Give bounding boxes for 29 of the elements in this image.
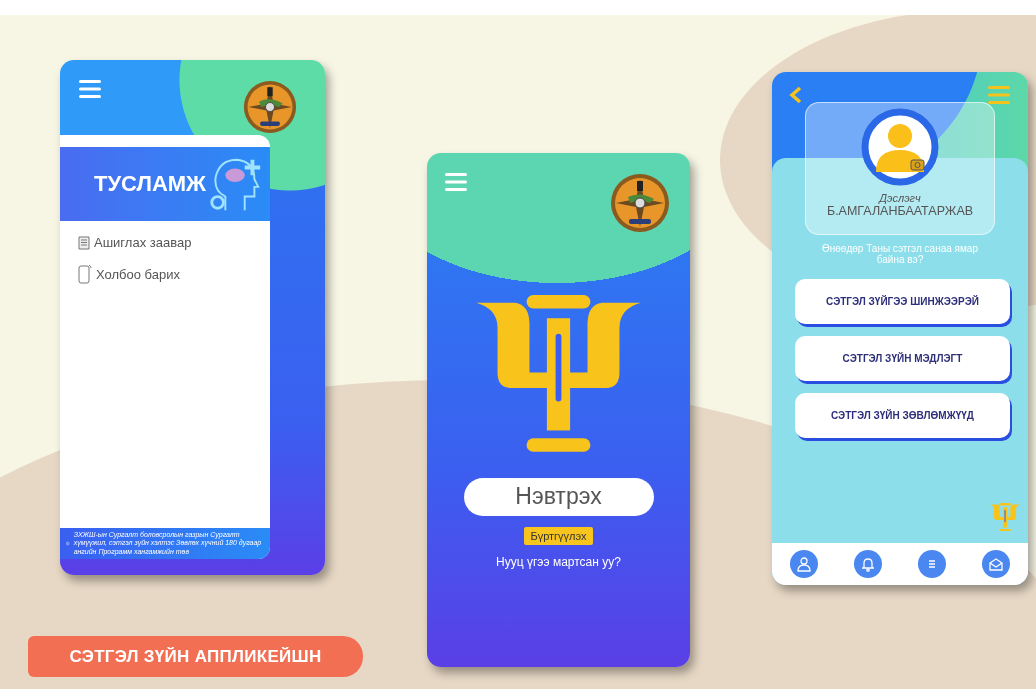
emblem-icon — [243, 80, 297, 134]
menu-icon[interactable] — [79, 80, 101, 98]
avatar-icon[interactable] — [861, 108, 939, 186]
nav-button[interactable] — [854, 550, 882, 578]
document-icon — [78, 235, 90, 250]
psi-logo — [990, 502, 1020, 531]
emblem-icon — [610, 173, 670, 233]
register-button[interactable]: Бүртгүүлэх — [524, 526, 593, 545]
forgot-password-link[interactable]: Нууц үгээ мартсан уу? — [496, 554, 621, 569]
nav-button[interactable] — [982, 550, 1010, 578]
user-name: Б.АМГАЛАНБААТАРЖАВ — [826, 204, 974, 218]
user-rank: Дэслэгч — [879, 192, 921, 204]
mail-icon[interactable] — [988, 556, 1004, 572]
nav-button[interactable] — [790, 550, 818, 578]
help-menu-item[interactable]: Холбоо барих — [96, 266, 180, 282]
bell-icon[interactable] — [860, 556, 876, 572]
mood-question: Өнөөдөр Таны сэтгэл санаа ямар байна вэ? — [822, 243, 978, 265]
menu-button[interactable]: СЭТГЭЛ ЗҮЙГЭЭ ШИНЖЭЭРЭЙ — [795, 279, 1010, 324]
user-icon[interactable] — [796, 556, 812, 572]
menu-icon[interactable] — [445, 173, 467, 191]
phone-icon — [78, 264, 92, 284]
menu-button[interactable]: СЭТГЭЛ ЗҮЙН МЭДЛЭГТ — [795, 336, 1010, 381]
menu-button[interactable]: СЭТГЭЛ ЗҮЙН ЗӨВЛӨМЖҮҮД — [795, 393, 1010, 438]
login-button[interactable]: Нэвтрэх — [463, 477, 654, 516]
caption-banner: СЭТГЭЛ ЗҮЙН АППЛИКЕЙШН — [28, 636, 363, 677]
help-title: ТУСЛАМЖ — [94, 171, 206, 197]
back-icon[interactable] — [788, 86, 803, 104]
help-menu-item[interactable]: Ашиглах заавар — [94, 235, 192, 250]
nav-button[interactable] — [918, 550, 946, 578]
